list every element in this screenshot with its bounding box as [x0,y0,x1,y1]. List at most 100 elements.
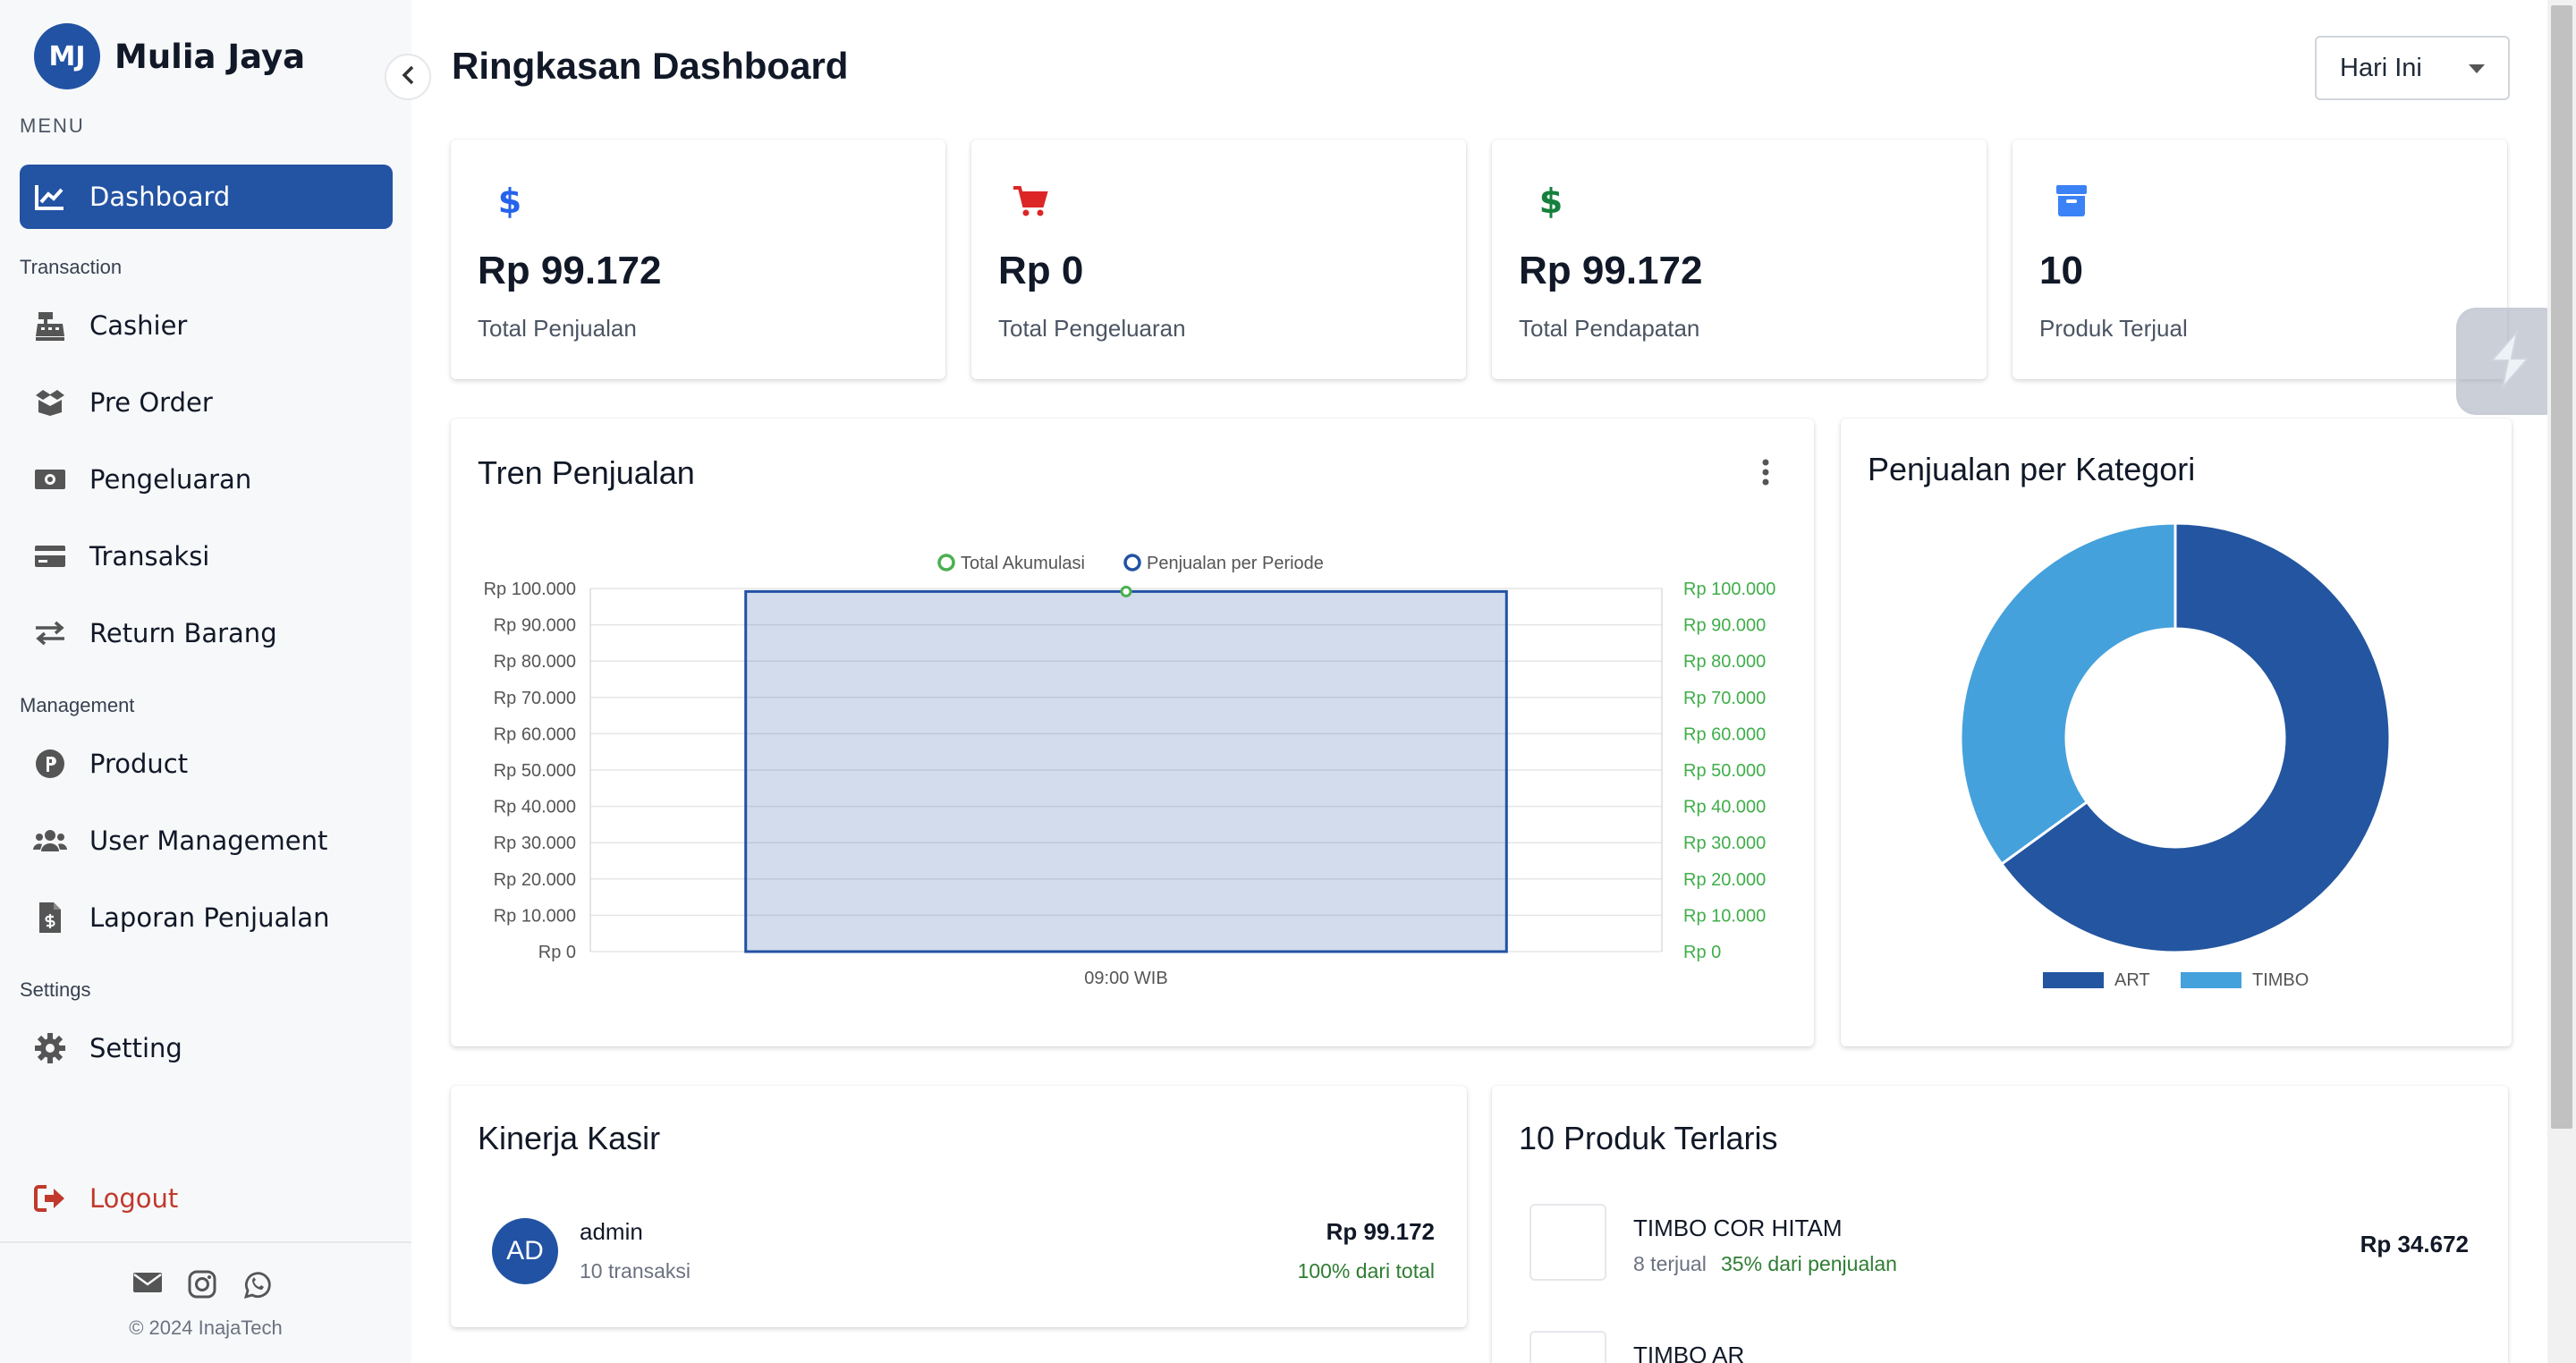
legend-label: TIMBO [2252,970,2309,990]
y-tick-label-right: Rp 60.000 [1683,724,1766,744]
cashier-share: 100% dari total [1297,1259,1435,1283]
sidebar-item-transaksi[interactable]: Transaksi [20,524,393,588]
legend-marker [937,554,955,571]
stat-card-total-pengeluaran: Rp 0 Total Pengeluaran [971,140,1466,379]
y-tick-label-right: Rp 70.000 [1683,689,1766,708]
sidebar-item-label: Setting [89,1033,182,1063]
pie-slice [1959,521,2177,867]
invoice-dollar-icon [32,900,68,935]
stat-value: Rp 99.172 [1519,249,1703,292]
email-icon[interactable] [132,1270,163,1305]
chart-line-icon [32,179,68,215]
sidebar-item-label: Pre Order [89,387,213,418]
page-scrollbar[interactable] [2547,0,2576,1363]
stat-label: Total Pendapatan [1519,315,1700,342]
svg-text:$: $ [498,182,521,220]
sidebar-item-pengeluaran[interactable]: Pengeluaran [20,447,393,512]
period-select-value: Hari Ini [2340,53,2422,82]
bolt-logo-icon [2483,328,2537,395]
sidebar-item-label: Laporan Penjualan [89,902,330,933]
sign-out-icon [32,1181,68,1216]
product-p-icon [32,746,68,782]
y-tick-label-right: Rp 40.000 [1683,798,1766,817]
stat-card-total-pendapatan: $ Rp 99.172 Total Pendapatan [1492,140,1987,379]
y-tick-label-left: Rp 100.000 [484,580,576,599]
stat-label: Produk Terjual [2039,315,2188,342]
x-tick-label: 09:00 WIB [1084,969,1167,988]
sidebar-item-product[interactable]: Product [20,732,393,796]
y-tick-label-right: Rp 80.000 [1683,652,1766,672]
sidebar-item-label: Dashboard [89,182,231,212]
credit-card-icon [32,538,68,574]
page-title: Ringkasan Dashboard [452,45,849,87]
gear-icon [32,1030,68,1066]
social-links [132,1270,272,1305]
y-tick-label-left: Rp 60.000 [494,724,576,744]
sidebar-item-setting[interactable]: Setting [20,1016,393,1080]
period-select[interactable]: Hari Ini [2315,36,2510,100]
sidebar-item-label: User Management [89,825,328,856]
cashier-name: admin [580,1218,643,1245]
product-amount: Rp 34.672 [2360,1231,2469,1257]
sidebar-item-label: Product [89,749,189,779]
y-tick-label-right: Rp 20.000 [1683,870,1766,890]
y-tick-label-right: Rp 90.000 [1683,616,1766,636]
y-tick-label-left: Rp 90.000 [494,616,576,636]
caret-down-icon [2469,64,2485,73]
dollar-icon: $ [1531,181,1571,221]
dashboard-page: MJ Mulia Jaya MENU Dashboard Transaction… [0,0,2576,1363]
list-item[interactable]: TIMBO COR HITAM 8 terjual 35% dari penju… [1530,1202,2469,1283]
collapse-sidebar-button[interactable] [385,54,431,100]
cashier-performance-card: Kinerja Kasir AD admin 10 transaksi Rp 9… [451,1086,1467,1327]
menu-section-label: MENU [20,114,85,137]
brand-name: Mulia Jaya [114,37,306,76]
y-tick-label-right: Rp 10.000 [1683,906,1766,926]
legend-marker [2181,972,2241,988]
sidebar-item-label: Cashier [89,310,188,341]
trend-chart-card: Tren Penjualan Rp 0 Rp 0 Rp 10.000 Rp 10.00… [451,419,1814,1046]
settings-section-label: Settings [20,978,91,1001]
line-point [1120,585,1132,597]
legend-label: Total Akumulasi [961,554,1085,573]
sidebar-item-pre-order[interactable]: Pre Order [20,370,393,435]
sidebar-item-laporan-penjualan[interactable]: Laporan Penjualan [20,885,393,950]
legend-label: Penjualan per Periode [1147,554,1324,573]
management-section-label: Management [20,694,135,716]
scrollbar-thumb[interactable] [2551,5,2572,1129]
y-tick-label-left: Rp 0 [538,943,576,962]
y-tick-label-left: Rp 30.000 [494,834,576,853]
avatar: AD [492,1218,558,1284]
y-tick-label-right: Rp 0 [1683,943,1721,962]
sidebar-item-user-management[interactable]: User Management [20,808,393,873]
y-tick-label-left: Rp 70.000 [494,689,576,708]
stat-label: Total Pengeluaran [998,315,1186,342]
instagram-icon[interactable] [188,1270,216,1305]
product-thumbnail [1530,1204,1606,1281]
product-name: TIMBO COR HITAM [1633,1215,1843,1241]
sidebar-item-return-barang[interactable]: Return Barang [20,601,393,665]
category-donut-chart: ART TIMBO [1959,521,2392,990]
legend-marker [2043,972,2104,988]
sidebar-item-label: Pengeluaran [89,464,252,495]
stat-label: Total Penjualan [478,315,637,342]
logout-label: Logout [89,1183,179,1214]
brand[interactable]: MJ Mulia Jaya [34,23,305,89]
users-icon [32,823,68,859]
cash-register-icon [32,308,68,343]
sidebar-item-dashboard[interactable]: Dashboard [20,165,393,229]
svg-text:$: $ [1539,182,1563,220]
logout-button[interactable]: Logout [20,1172,178,1225]
sidebar: MJ Mulia Jaya MENU Dashboard Transaction… [0,0,411,1363]
cashier-transactions: 10 transaksi [580,1259,691,1283]
category-chart-card: Penjualan per Kategori ART TIMBO [1841,419,2512,1046]
sidebar-item-label: Return Barang [89,618,277,648]
sidebar-item-label: Transaksi [89,541,210,571]
cashier-amount: Rp 99.172 [1326,1218,1435,1245]
whatsapp-icon[interactable] [242,1270,272,1305]
sidebar-item-cashier[interactable]: Cashier [20,293,393,358]
product-share: 35% dari penjualan [1721,1252,1897,1275]
list-item[interactable]: TIMBO AR [1530,1329,2469,1363]
legend-label: ART [2114,970,2150,990]
stat-card-produk-terjual: 10 Produk Terjual [2012,140,2507,379]
top-products-card: 10 Produk Terlaris TIMBO COR HITAM 8 ter… [1492,1086,2508,1363]
